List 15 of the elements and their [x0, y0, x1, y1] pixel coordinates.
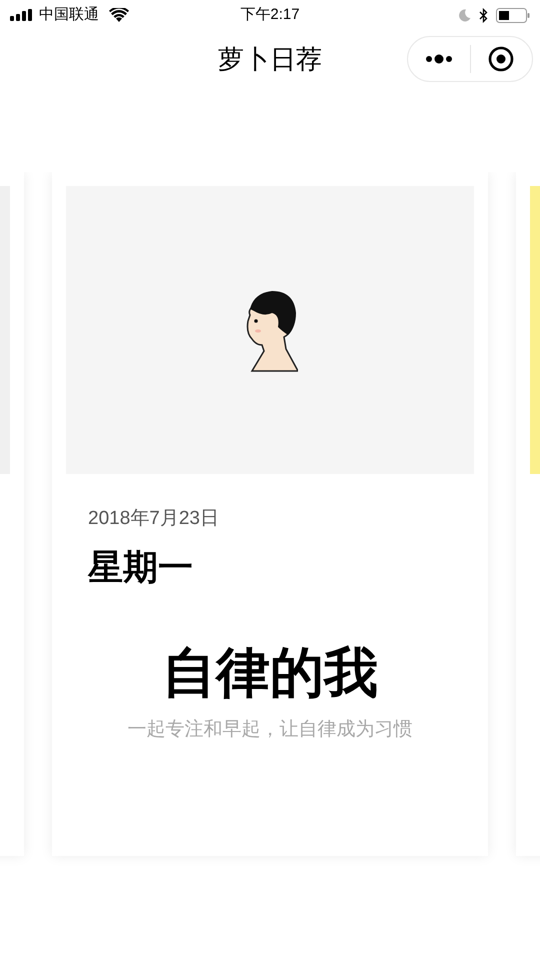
- battery-icon: [496, 8, 530, 22]
- moon-icon: [458, 8, 471, 22]
- page-title: 萝卜日荐: [218, 42, 322, 76]
- wifi-icon: [109, 8, 129, 22]
- card[interactable]: 2018年7月23日 星期一 自律的我 一起专注和早起，让自律成为习惯: [52, 172, 488, 856]
- subtitle: 一起专注和早起，让自律成为习惯: [128, 718, 412, 742]
- carrier-name: 中国联通: [39, 4, 99, 25]
- headline: 自律的我: [162, 642, 378, 705]
- signal-icon: [10, 9, 34, 21]
- clock-time: 下午2:17: [240, 4, 300, 25]
- date-text: 2018年7月23日: [88, 507, 220, 531]
- target-icon: [488, 46, 514, 72]
- weekday-text: 星期一: [88, 547, 194, 589]
- more-icon: [424, 54, 453, 64]
- bluetooth-icon: [479, 8, 488, 22]
